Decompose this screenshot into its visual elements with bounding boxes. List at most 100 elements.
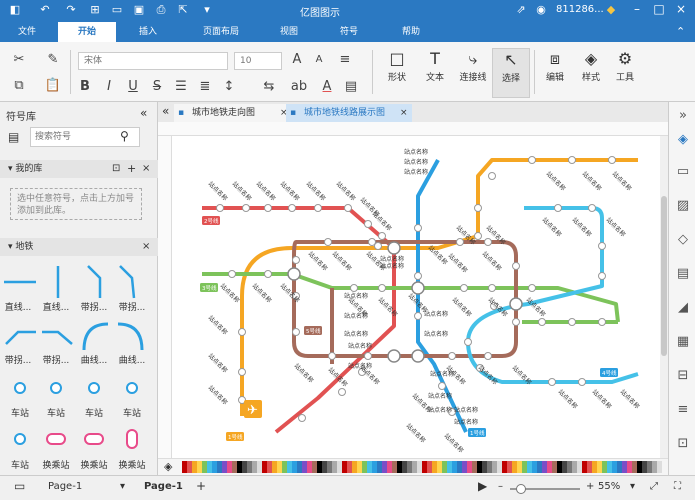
chart-icon[interactable]: ◢ [674, 300, 692, 318]
decrease-font-icon[interactable]: A [310, 54, 328, 65]
station-marker[interactable] [364, 352, 372, 360]
station-marker[interactable] [350, 284, 358, 292]
transfer-station-marker[interactable] [287, 267, 301, 281]
station-marker[interactable] [298, 414, 306, 422]
subway-library-header[interactable]: ▾ 地铁 × [0, 238, 158, 256]
station-marker[interactable] [378, 284, 386, 292]
numbered-list-icon[interactable]: ≣ [196, 79, 214, 94]
station-marker[interactable] [448, 352, 456, 360]
close-subway-library-icon[interactable]: × [142, 238, 150, 256]
shape-curve-2[interactable] [117, 322, 144, 351]
close-library-icon[interactable]: × [142, 160, 150, 178]
save-icon[interactable]: ▣ [132, 3, 146, 16]
station-marker[interactable] [228, 270, 236, 278]
font-family-select[interactable]: 宋体 [78, 52, 228, 70]
station-marker[interactable] [314, 204, 322, 212]
station-marker[interactable] [484, 352, 492, 360]
station-marker[interactable] [328, 352, 336, 360]
connector-tool-button[interactable]: ⤷ 连接线 [454, 48, 492, 83]
fill-bucket-icon[interactable]: ◈ [164, 460, 172, 473]
user-name[interactable]: 811286... [556, 4, 604, 15]
image-icon[interactable]: ▨ [674, 198, 692, 216]
cut-icon[interactable]: ✂ [10, 52, 28, 67]
fill-icon[interactable]: ◈ [674, 132, 692, 150]
station-marker[interactable] [464, 338, 472, 346]
search-icon[interactable]: ⚲ [120, 129, 129, 143]
increase-font-icon[interactable]: A [288, 52, 306, 67]
station-marker[interactable] [456, 238, 464, 246]
play-icon[interactable]: ▶ [478, 479, 487, 493]
layers-icon[interactable]: ◇ [674, 232, 692, 250]
station-marker[interactable] [484, 238, 492, 246]
tab-file[interactable]: 文件 [6, 22, 48, 42]
station-marker[interactable] [512, 262, 520, 270]
redo-icon[interactable]: ↷ [64, 3, 78, 16]
station-marker[interactable] [474, 204, 482, 212]
page-icon[interactable]: ▤ [674, 266, 692, 284]
station-marker[interactable] [460, 284, 468, 292]
transfer-station-marker[interactable] [411, 349, 425, 363]
line-spacing-icon[interactable]: ↕ [220, 79, 238, 94]
zoom-in-icon[interactable]: + [586, 481, 594, 492]
page-tab[interactable]: Page-1 [144, 481, 183, 492]
more-icon[interactable]: ▾ [200, 3, 214, 16]
tab-symbols[interactable]: 符号 [330, 22, 368, 42]
shape-tool-button[interactable]: □ 形状 [378, 48, 416, 83]
text-direction-icon[interactable]: ⇆ [260, 79, 278, 94]
shape-station-2[interactable] [50, 382, 62, 394]
station-marker[interactable] [216, 204, 224, 212]
station-marker[interactable] [528, 284, 536, 292]
station-marker[interactable] [364, 220, 372, 228]
data-icon[interactable]: ⊟ [674, 368, 692, 386]
vertical-scrollbar[interactable] [660, 136, 668, 458]
shape-bend-1[interactable] [87, 265, 102, 298]
station-marker[interactable] [438, 382, 446, 390]
bold-icon[interactable]: B [76, 79, 94, 94]
strikethrough-icon[interactable]: S [148, 79, 166, 94]
print-icon[interactable]: ⎙ [154, 3, 168, 17]
copy-icon[interactable]: ⧉ [10, 78, 28, 93]
station-marker[interactable] [414, 272, 422, 280]
station-marker[interactable] [264, 270, 272, 278]
new-file-icon[interactable]: ⊞ [88, 3, 102, 16]
font-size-select[interactable]: 10 [234, 52, 282, 70]
page-dropdown-icon[interactable]: ▾ [120, 481, 125, 492]
station-marker[interactable] [292, 256, 300, 264]
page-panel-icon[interactable]: ▭ [14, 479, 25, 493]
station-marker[interactable] [242, 204, 250, 212]
tab-help[interactable]: 帮助 [392, 22, 430, 42]
station-marker[interactable] [598, 318, 606, 326]
tabs-collapse-icon[interactable]: « [162, 104, 169, 118]
shape-station-4[interactable] [126, 382, 138, 394]
transfer-station-marker[interactable] [387, 241, 401, 255]
transfer-station-marker[interactable] [387, 349, 401, 363]
share-icon[interactable]: ⇗ [514, 3, 528, 16]
station-marker[interactable] [488, 172, 496, 180]
station-marker[interactable] [548, 378, 556, 386]
station-marker[interactable] [608, 156, 616, 164]
station-marker[interactable] [344, 204, 352, 212]
subway-map[interactable]: 站点名称 站点名称 站点名称 站点名称 站点名称 站点名称站点名称站点名称站点名称 站点名称… [172, 136, 662, 458]
shape-bend-3[interactable] [5, 330, 36, 345]
station-marker[interactable] [292, 328, 300, 336]
tools-button[interactable]: ⚙ 工具 [606, 48, 644, 83]
table-icon[interactable]: ▦ [674, 334, 692, 352]
station-marker[interactable] [264, 204, 272, 212]
station-marker[interactable] [368, 238, 376, 246]
open-file-icon[interactable]: ▭ [110, 3, 124, 16]
fit-page-icon[interactable]: ⤢ [650, 481, 658, 492]
vip-icon[interactable]: ◆ [604, 3, 618, 16]
select-tool-button[interactable]: ↖ 选择 [492, 48, 530, 98]
station-marker[interactable] [588, 204, 596, 212]
shape-transfer-2[interactable] [84, 433, 104, 445]
style-button[interactable]: ◈ 样式 [572, 48, 610, 83]
shape-bend-2[interactable] [119, 265, 136, 299]
brown-loop[interactable] [292, 240, 518, 358]
add-to-library-icon[interactable]: + [127, 160, 136, 178]
drawing-canvas[interactable]: 站点名称 站点名称 站点名称 站点名称 站点名称 站点名称 站点名称 站点名称 站点名称 站点名称… [172, 136, 662, 458]
font-color-icon[interactable]: A [318, 79, 336, 94]
station-marker[interactable] [474, 232, 482, 240]
shape-transfer-1[interactable] [46, 433, 66, 445]
shape-station-1[interactable] [14, 382, 26, 394]
station-marker[interactable] [568, 156, 576, 164]
